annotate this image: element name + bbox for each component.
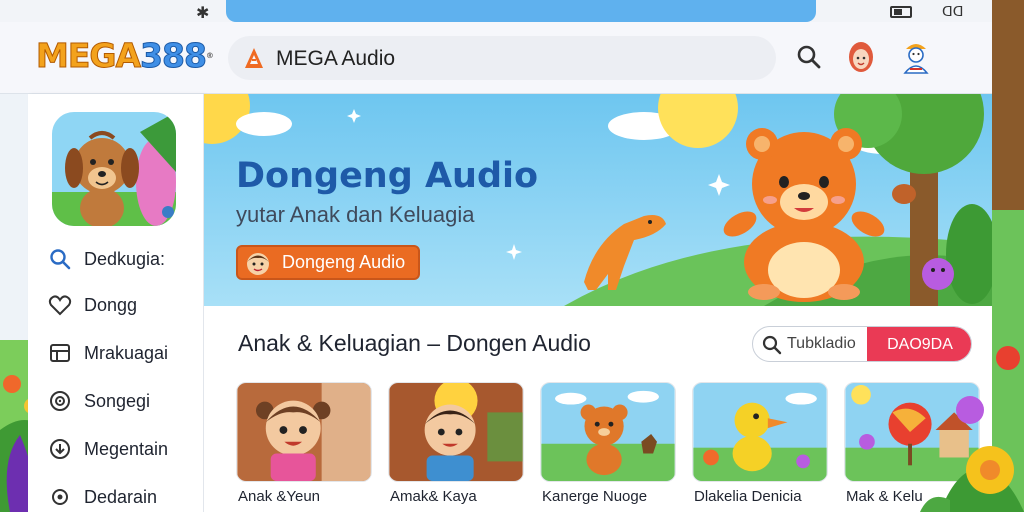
download-icon [50, 439, 70, 459]
filter-input[interactable]: Tubkladio [787, 335, 856, 353]
card-thumbnail [388, 382, 524, 482]
sidebar-item-mrakuagai[interactable]: Mrakuagai [48, 338, 198, 368]
avatar-icon[interactable] [846, 40, 876, 74]
search-bar[interactable]: MEGA Audio [228, 36, 776, 80]
sidebar-item-dedarain[interactable]: Dedarain [48, 482, 198, 512]
sidebar-item-dongg[interactable]: Dongg [48, 290, 198, 320]
sidebar-item-songegi[interactable]: Songegi [48, 386, 198, 416]
hero-banner: Dongeng Audio yutar Anak dan Keluagia Do… [204, 94, 992, 306]
app-logo[interactable]: MEGA388® [35, 36, 213, 76]
library-icon [50, 344, 70, 362]
hero-title: Dongeng Audio [236, 156, 539, 196]
sidebar-featured-art[interactable] [52, 112, 176, 226]
search-icon[interactable] [796, 44, 822, 70]
sidebar: Dedkugia: Dongg Mrakuagai Songegi Megent… [28, 94, 204, 512]
section-title: Anak & Keluagian – Dongen Audio [238, 330, 591, 356]
card-title: Anak &Yeun [238, 488, 321, 505]
battery-icon [890, 6, 912, 18]
card-title: Amak& Kaya [390, 488, 477, 505]
signal-text: ᗡᗡ [942, 4, 964, 20]
content-section: Anak & Keluagian – Dongen Audio Tubkladi… [204, 306, 992, 512]
app-header: MEGA388® MEGA Audio [0, 22, 1024, 94]
card-title: Kanerge Nuoge [542, 488, 648, 505]
profile-icon[interactable] [900, 39, 932, 75]
hero-subtitle: yutar Anak dan Keluagia [236, 202, 475, 227]
search-input[interactable]: MEGA Audio [276, 47, 395, 71]
search-icon [762, 335, 782, 355]
flower-decoration [920, 346, 1024, 512]
bluetooth-icon: ✱ [196, 3, 210, 22]
sidebar-item-megentain[interactable]: Megentain [48, 434, 198, 464]
child-face-icon [247, 252, 269, 275]
story-card[interactable]: Anak &Yeun [236, 382, 372, 512]
card-thumbnail [692, 382, 828, 482]
status-highlight [226, 0, 816, 22]
card-thumbnail [236, 382, 372, 482]
app-triangle-icon [245, 48, 263, 68]
heart-icon [48, 295, 72, 316]
hero-play-button[interactable]: Dongeng Audio [236, 245, 420, 280]
card-title: Dlakelia Denicia [694, 488, 802, 505]
card-title: Mak & Kelu [846, 488, 923, 505]
story-card[interactable]: Kanerge Nuoge [540, 382, 676, 512]
audio-icon [50, 391, 70, 411]
story-card[interactable]: Amak& Kaya [388, 382, 524, 512]
card-thumbnail [540, 382, 676, 482]
settings-icon [52, 489, 68, 505]
search-icon [50, 249, 71, 270]
story-card[interactable]: Dlakelia Denicia [692, 382, 828, 512]
sidebar-item-dedkugia[interactable]: Dedkugia: [48, 244, 198, 274]
